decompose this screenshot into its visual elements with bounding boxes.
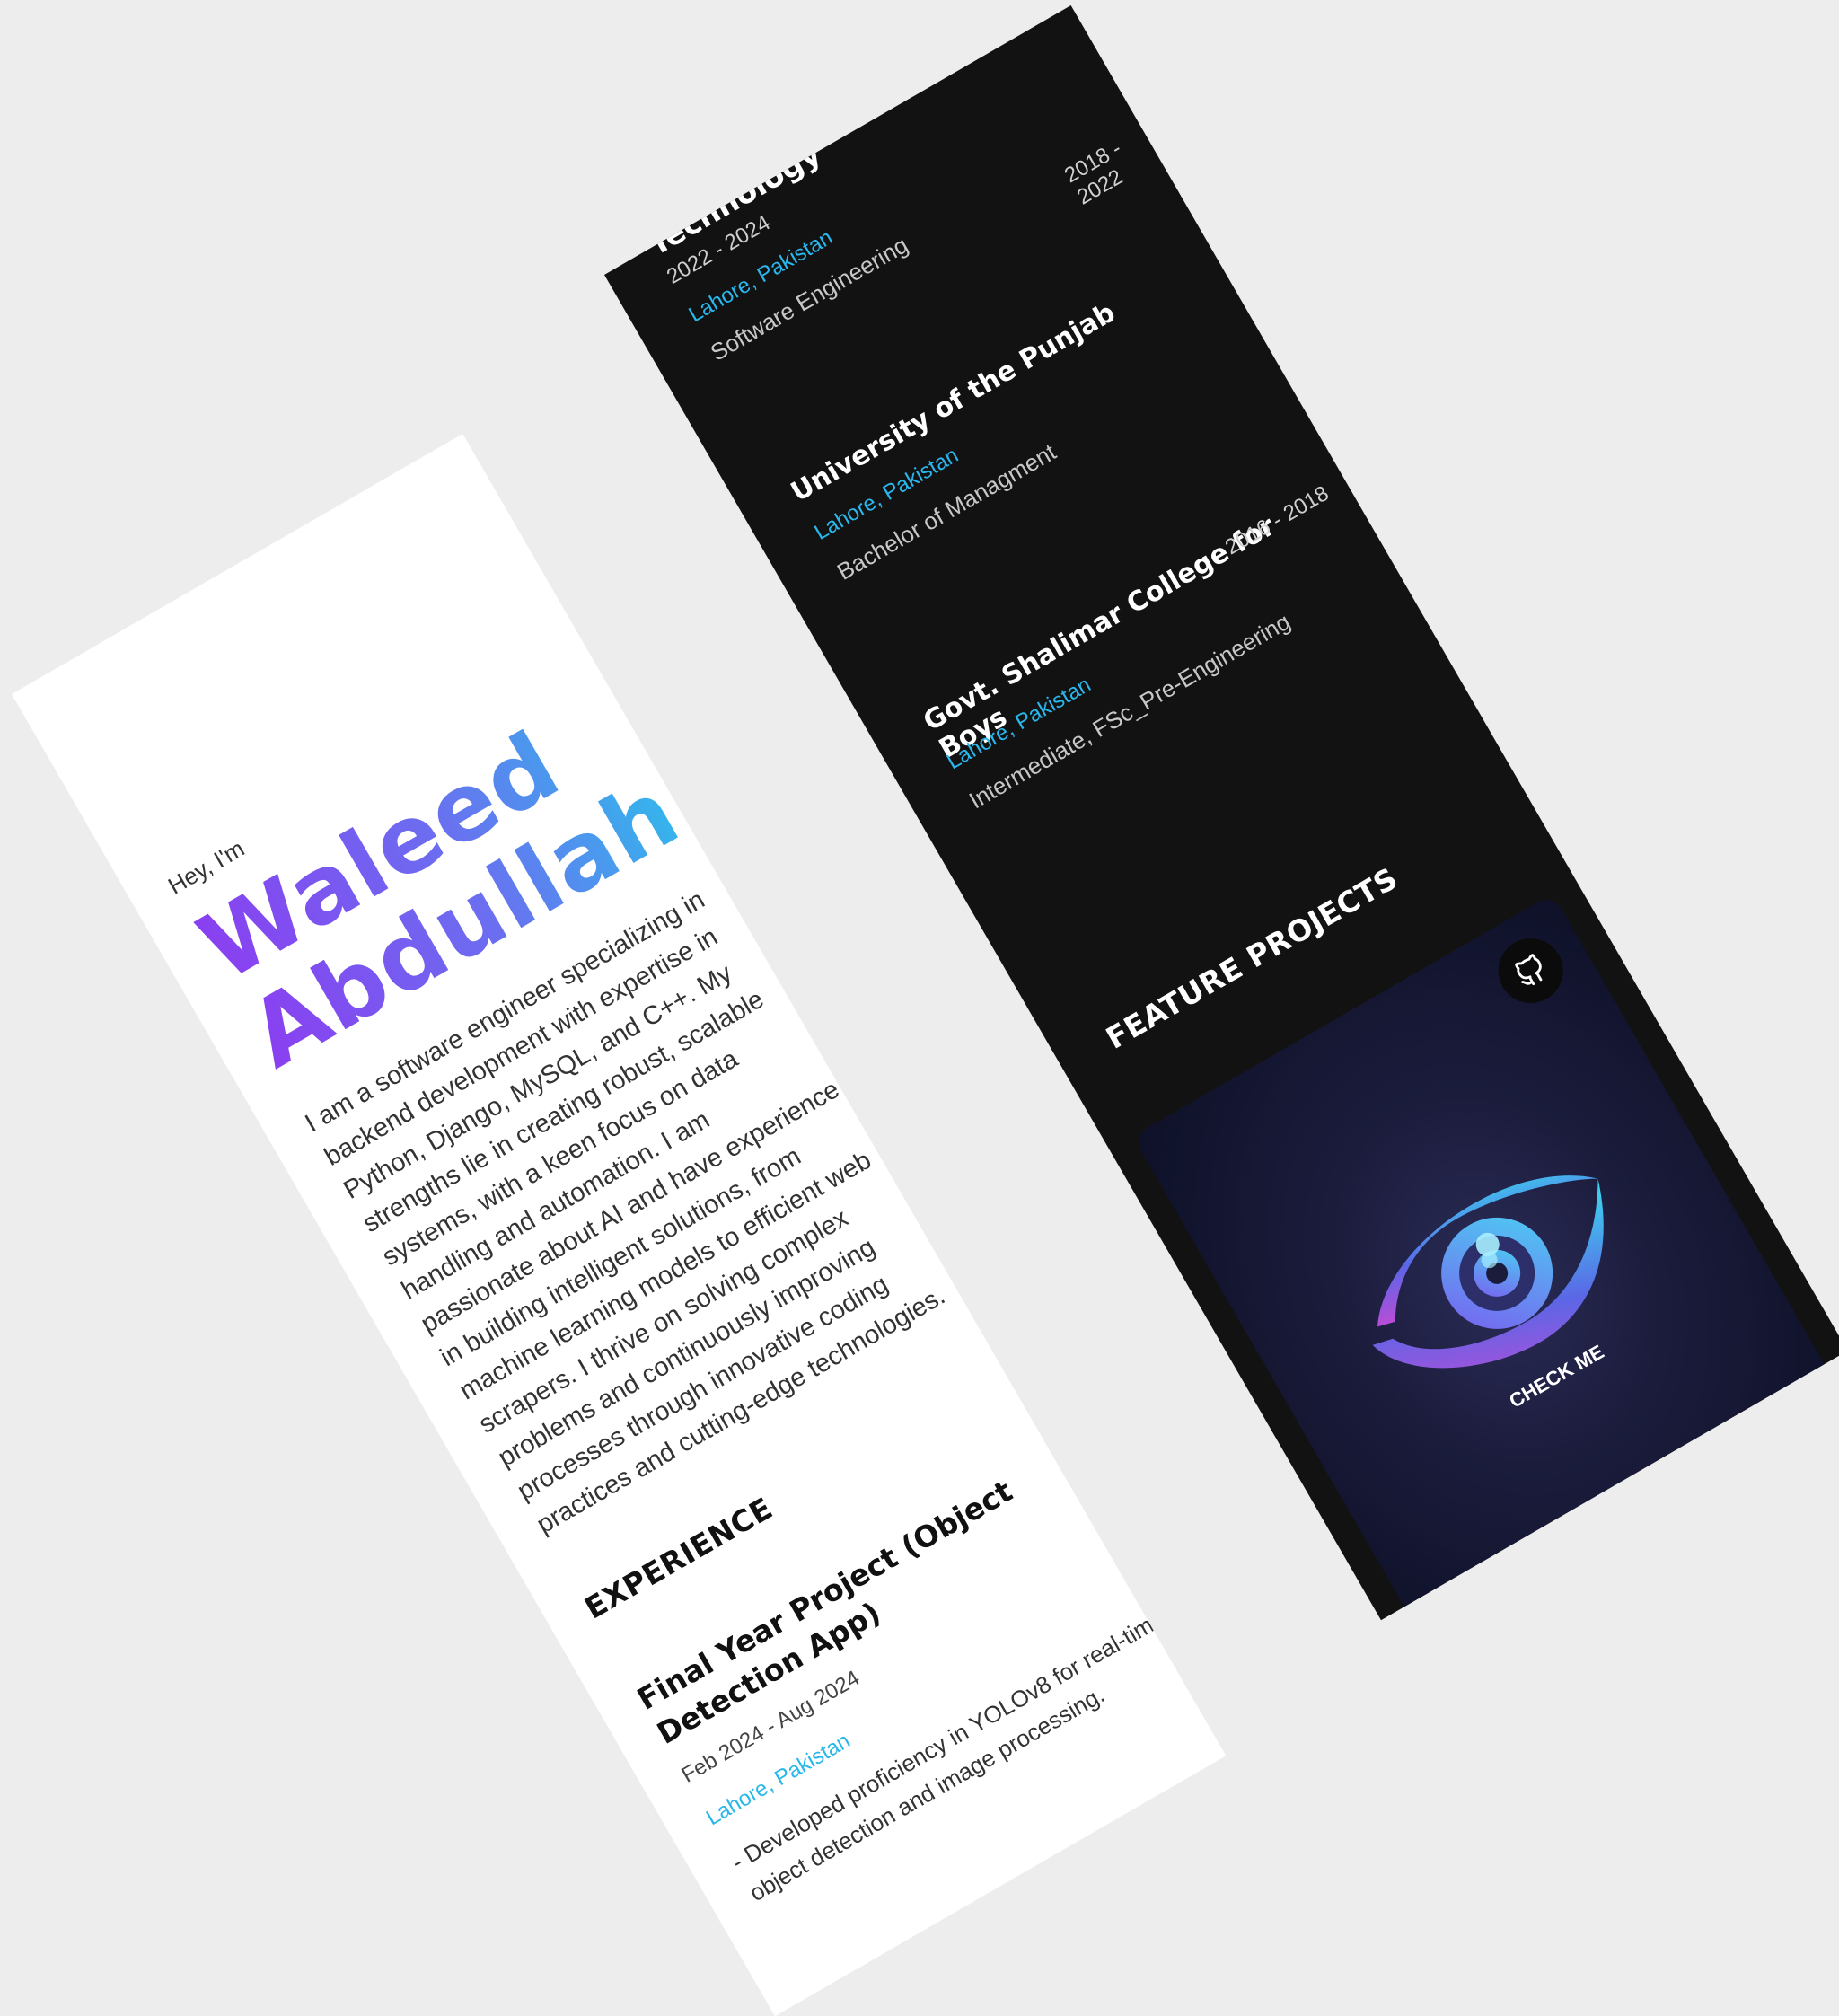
experience-heading: EXPERIENCE (578, 1490, 779, 1626)
education-item-dates: 2018 - 2022 (1060, 136, 1127, 210)
eye-logo-icon: CHECK ME (1372, 1175, 1607, 1413)
project-card[interactable]: CHECK ME (1132, 894, 1832, 1619)
github-link-button[interactable] (1486, 926, 1575, 1016)
github-icon (1515, 954, 1543, 986)
